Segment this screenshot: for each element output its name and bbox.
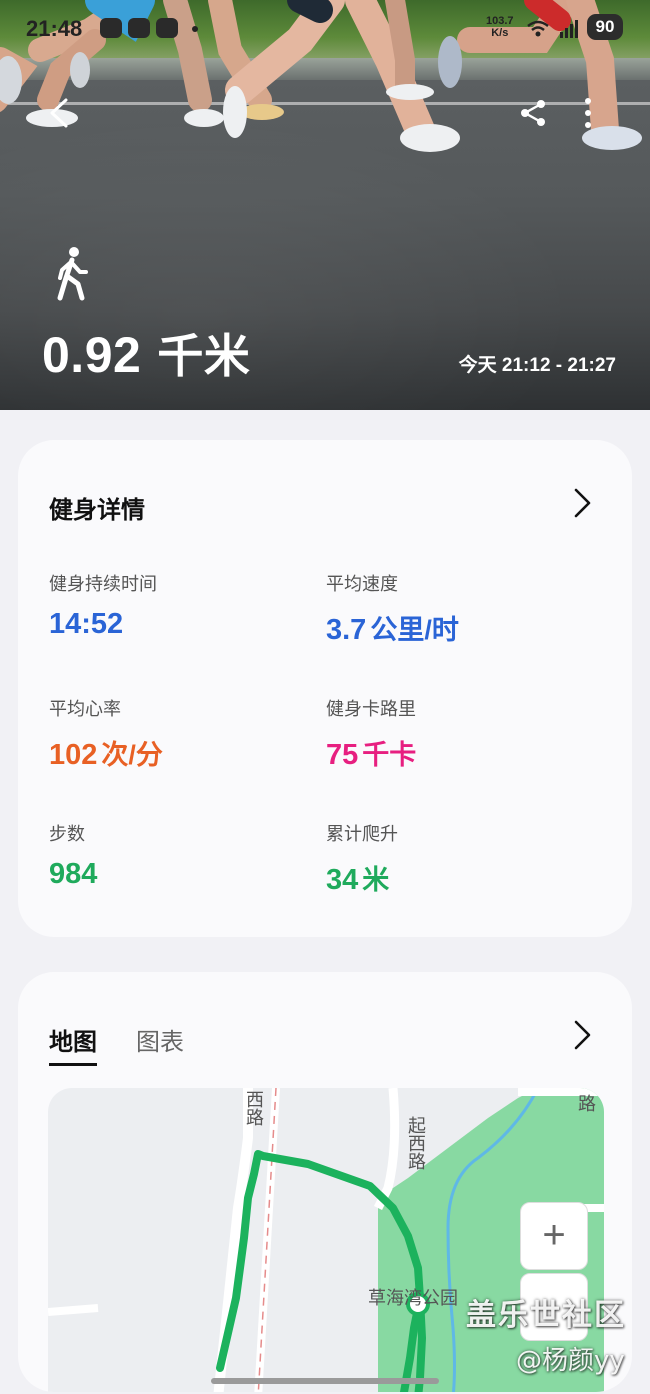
network-speed-unit: K/s xyxy=(491,27,509,39)
metric-value: 3.7 公里/时 xyxy=(326,608,586,647)
metric-label: 平均速度 xyxy=(326,574,398,594)
status-notification-icons xyxy=(100,18,178,38)
more-vertical-icon[interactable] xyxy=(576,96,600,130)
battery-indicator: 90 xyxy=(587,14,623,40)
network-speed: 103.7 K/s xyxy=(486,15,514,39)
home-indicator[interactable] xyxy=(211,1378,439,1384)
metric-unit: 次/分 xyxy=(101,740,163,770)
fitness-details-title: 健身详情 xyxy=(49,497,145,524)
metric-value: 14:52 xyxy=(49,608,309,641)
metric-label: 健身卡路里 xyxy=(326,699,416,719)
chevron-right-icon[interactable] xyxy=(570,486,594,520)
network-speed-value: 103.7 xyxy=(486,15,514,27)
tab-map[interactable]: 地图 xyxy=(49,1022,97,1066)
community-watermark: 盖乐世社区 xyxy=(466,1298,626,1333)
wifi-signal-icon xyxy=(527,20,578,38)
notification-app-icon xyxy=(156,18,178,38)
status-time: 21:48 xyxy=(26,16,83,41)
metric-value: 75 千卡 xyxy=(326,733,586,772)
hero-distance-value: 0.92 xyxy=(42,327,142,383)
metric-label: 累计爬升 xyxy=(326,824,398,844)
map-road-label: 西路 xyxy=(243,1090,264,1126)
metric-number: 3.7 xyxy=(326,614,367,646)
share-icon[interactable] xyxy=(518,98,548,128)
notification-app-icon xyxy=(100,18,122,38)
metric-value: 984 xyxy=(49,858,309,891)
metric-label: 步数 xyxy=(49,824,85,844)
metric-unit: 公里/时 xyxy=(370,615,459,645)
metric-unit: 千卡 xyxy=(362,740,417,770)
metric-number: 75 xyxy=(326,739,359,771)
metric-value: 102 次/分 xyxy=(49,733,309,772)
metric-number: 102 xyxy=(49,739,98,771)
fitness-details-card: 健身详情 健身持续时间 14:52 平均速度 3.7 公里/时 平均心率 102… xyxy=(18,440,632,937)
metric-label: 平均心率 xyxy=(49,699,121,719)
metric-label: 健身持续时间 xyxy=(49,574,157,594)
metric-duration: 健身持续时间 14:52 xyxy=(49,570,309,641)
walking-icon xyxy=(57,247,88,301)
chevron-right-icon[interactable] xyxy=(570,1018,594,1052)
hero-distance: 0.92 千米 xyxy=(42,320,250,386)
metric-number: 34 xyxy=(326,864,359,896)
map-road-label: 路 xyxy=(578,1094,596,1115)
map-road-label: 起西路 xyxy=(405,1116,426,1170)
road xyxy=(48,1304,99,1316)
back-arrow-icon[interactable] xyxy=(44,96,78,130)
tab-chart[interactable]: 图表 xyxy=(136,1022,184,1057)
map-park-label: 草海湾公园 xyxy=(368,1288,458,1309)
notification-app-icon xyxy=(128,18,150,38)
hero-time-range: 今天 21:12 - 21:27 xyxy=(458,355,616,376)
metric-number: 14:52 xyxy=(49,608,124,640)
metric-elevation-gain: 累计爬升 34 米 xyxy=(326,820,586,897)
metric-steps: 步数 984 xyxy=(49,820,309,891)
zoom-in-button[interactable]: + xyxy=(520,1202,588,1270)
metric-unit: 米 xyxy=(362,865,390,895)
hero-banner: 21:48 103.7 K/s 90 0.92 千米 今天 21:12 - 21… xyxy=(0,0,650,410)
metric-number: 984 xyxy=(49,858,98,890)
status-dot-icon xyxy=(192,26,198,32)
metric-avg-speed: 平均速度 3.7 公里/时 xyxy=(326,570,586,647)
hero-distance-unit: 千米 xyxy=(157,330,251,382)
status-bar: 21:48 103.7 K/s 90 xyxy=(0,10,650,46)
author-watermark: @杨颜yy xyxy=(516,1346,625,1376)
metric-avg-heart-rate: 平均心率 102 次/分 xyxy=(49,695,309,772)
metric-calories: 健身卡路里 75 千卡 xyxy=(326,695,586,772)
metric-value: 34 米 xyxy=(326,858,586,897)
